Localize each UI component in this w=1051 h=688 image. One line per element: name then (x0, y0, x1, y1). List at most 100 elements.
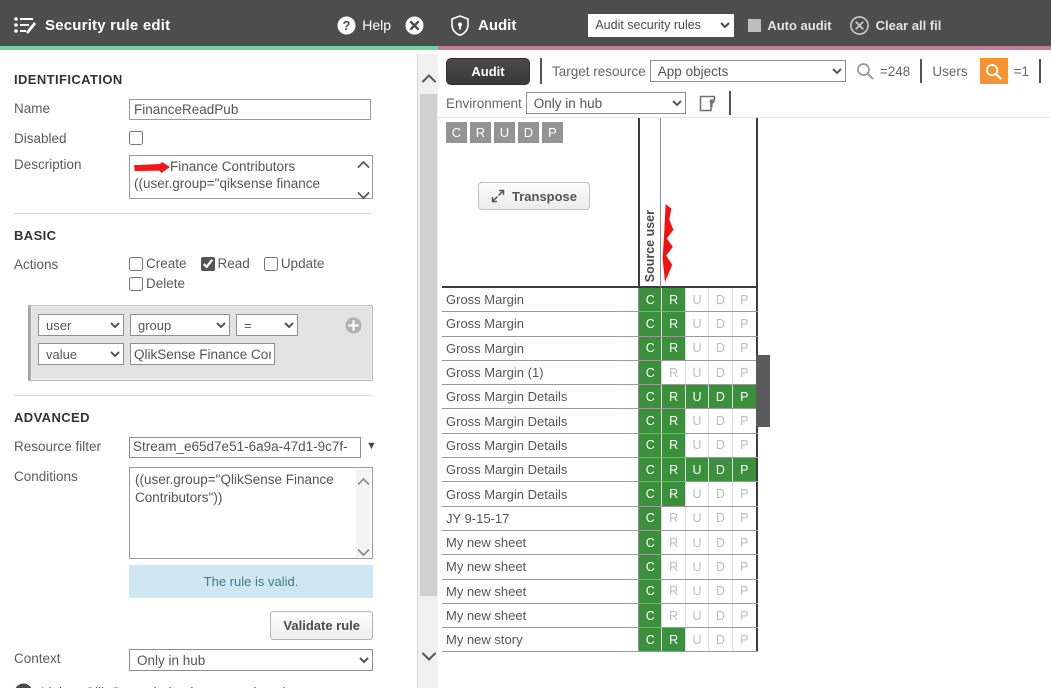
conditions-textarea[interactable]: ((user.group="QlikSense Finance Contribu… (129, 467, 373, 559)
table-row[interactable]: JY 9-15-17 C R U D P (442, 506, 758, 531)
permission-cell-p[interactable]: P (732, 336, 756, 360)
permission-cell-d[interactable]: D (709, 458, 733, 482)
permission-cell-d[interactable]: D (709, 506, 733, 530)
environment-select[interactable]: Only in hub (525, 92, 686, 114)
table-row[interactable]: Gross Margin Details C R U D P (442, 458, 758, 483)
condition-value-input[interactable] (130, 343, 275, 365)
permission-cell-d[interactable]: D (709, 603, 733, 628)
scroll-down-arrow-icon[interactable] (418, 646, 438, 666)
chevron-down-icon[interactable]: ▼ (366, 437, 377, 452)
operator-select[interactable]: = (236, 314, 298, 336)
action-update[interactable]: Update (263, 255, 324, 271)
chevron-up-icon[interactable] (357, 157, 370, 168)
transpose-button[interactable]: Transpose (478, 182, 590, 210)
permission-cell-p[interactable]: P (732, 506, 756, 530)
permission-cell-c[interactable]: C (639, 458, 663, 482)
table-row[interactable]: Gross Margin C R U D P (442, 312, 758, 337)
plus-circle-icon[interactable] (345, 317, 362, 334)
property-select[interactable]: group (130, 314, 230, 336)
table-row[interactable]: My new sheet C R U D P (442, 555, 758, 580)
permission-cell-c[interactable]: C (639, 603, 663, 628)
permission-cell-c[interactable]: C (639, 288, 663, 312)
table-row[interactable]: Gross Margin Details C R U D P (442, 433, 758, 459)
disabled-checkbox[interactable] (129, 131, 143, 145)
permission-cell-p[interactable]: P (732, 312, 756, 336)
permission-cell-r[interactable]: R (662, 433, 686, 458)
search-icon[interactable] (856, 62, 874, 80)
create-checkbox[interactable] (129, 257, 143, 271)
permission-cell-r[interactable]: R (662, 458, 686, 482)
permission-cell-u[interactable]: U (685, 458, 710, 482)
permission-cell-r[interactable]: R (662, 288, 686, 312)
table-row[interactable]: My new sheet C R U D P (442, 579, 758, 604)
table-row[interactable]: My new sheet C R U D P (442, 530, 758, 556)
permission-cell-p[interactable]: P (732, 360, 756, 385)
permission-cell-u[interactable]: U (685, 555, 710, 579)
permission-cell-c[interactable]: C (639, 628, 663, 652)
permission-cell-p[interactable]: P (732, 482, 756, 506)
permission-cell-u[interactable]: U (685, 409, 710, 433)
permission-cell-c[interactable]: C (639, 530, 663, 555)
permission-cell-d[interactable]: D (709, 530, 733, 555)
description-scroll-arrows[interactable] (356, 157, 371, 200)
permission-cell-p[interactable]: P (732, 628, 756, 652)
validate-rule-button[interactable]: Validate rule (270, 611, 373, 640)
audit-table-scrollbar-thumb[interactable] (756, 355, 770, 427)
permission-cell-p[interactable]: P (732, 409, 756, 433)
permission-cell-d[interactable]: D (709, 433, 733, 458)
table-row[interactable]: Gross Margin Details C R U D P (442, 385, 758, 410)
permission-cell-r[interactable]: R (662, 579, 686, 603)
target-resource-select[interactable]: App objects (649, 60, 846, 82)
table-row[interactable]: My new story C R U D P (442, 628, 758, 653)
close-circle-icon[interactable] (405, 16, 424, 35)
permission-cell-u[interactable]: U (685, 336, 710, 360)
table-row[interactable]: Gross Margin C R U D P (442, 336, 758, 361)
permission-cell-c[interactable]: C (639, 482, 663, 506)
permission-cell-p[interactable]: P (732, 555, 756, 579)
context-select[interactable]: Only in hub (129, 649, 373, 671)
audit-mode-select[interactable]: Audit security rules (588, 13, 735, 37)
chevron-up-icon[interactable] (357, 473, 370, 485)
permission-cell-d[interactable]: D (709, 628, 733, 652)
permission-cell-c[interactable]: C (639, 312, 663, 336)
resource-filter-input[interactable]: Stream_e65d7e51-6a9a-47d1-9c7f- (129, 437, 361, 458)
permission-cell-p[interactable]: P (732, 288, 756, 312)
permission-cell-u[interactable]: U (685, 506, 710, 530)
table-row[interactable]: Gross Margin Details C R U D P (442, 409, 758, 434)
permission-cell-u[interactable]: U (685, 288, 710, 312)
help-button[interactable]: ? Help (337, 16, 391, 35)
table-row[interactable]: Gross Margin Details C R U D P (442, 482, 758, 507)
auto-audit-toggle[interactable]: Auto audit (748, 18, 832, 33)
permission-cell-c[interactable]: C (639, 506, 663, 530)
read-checkbox[interactable] (200, 257, 215, 271)
permission-cell-r[interactable]: R (662, 385, 686, 409)
table-row[interactable]: My new sheet C R U D P (442, 603, 758, 629)
conditions-scrollbar[interactable] (356, 469, 371, 557)
permission-cell-d[interactable]: D (709, 555, 733, 579)
chevron-down-icon[interactable] (357, 188, 370, 200)
permission-cell-u[interactable]: U (685, 579, 710, 603)
permission-cell-r[interactable]: R (662, 482, 686, 506)
permission-cell-p[interactable]: P (732, 458, 756, 482)
permission-cell-u[interactable]: U (685, 628, 710, 652)
permission-cell-u[interactable]: U (685, 433, 710, 458)
permission-cell-r[interactable]: R (662, 628, 686, 652)
permission-cell-c[interactable]: C (639, 336, 663, 360)
permission-cell-u[interactable]: U (685, 312, 710, 336)
auto-audit-checkbox[interactable] (748, 18, 762, 32)
clear-all-filters-button[interactable]: Clear all fil (849, 15, 941, 35)
permission-cell-p[interactable]: P (732, 385, 756, 409)
permission-cell-d[interactable]: D (709, 482, 733, 506)
permission-cell-u[interactable]: U (685, 360, 710, 385)
permission-cell-r[interactable]: R (662, 409, 686, 433)
delete-checkbox[interactable] (129, 277, 143, 291)
help-link[interactable]: ? Link to Qlik Sense help about security… (14, 683, 398, 688)
action-delete[interactable]: Delete (129, 275, 185, 291)
permission-cell-r[interactable]: R (662, 360, 686, 385)
permission-cell-r[interactable]: R (662, 312, 686, 336)
permission-cell-u[interactable]: U (685, 530, 710, 555)
permission-cell-p[interactable]: P (732, 603, 756, 628)
scrollbar-thumb[interactable] (420, 94, 437, 596)
name-input[interactable] (129, 99, 371, 120)
audit-run-button[interactable]: Audit (446, 57, 530, 85)
